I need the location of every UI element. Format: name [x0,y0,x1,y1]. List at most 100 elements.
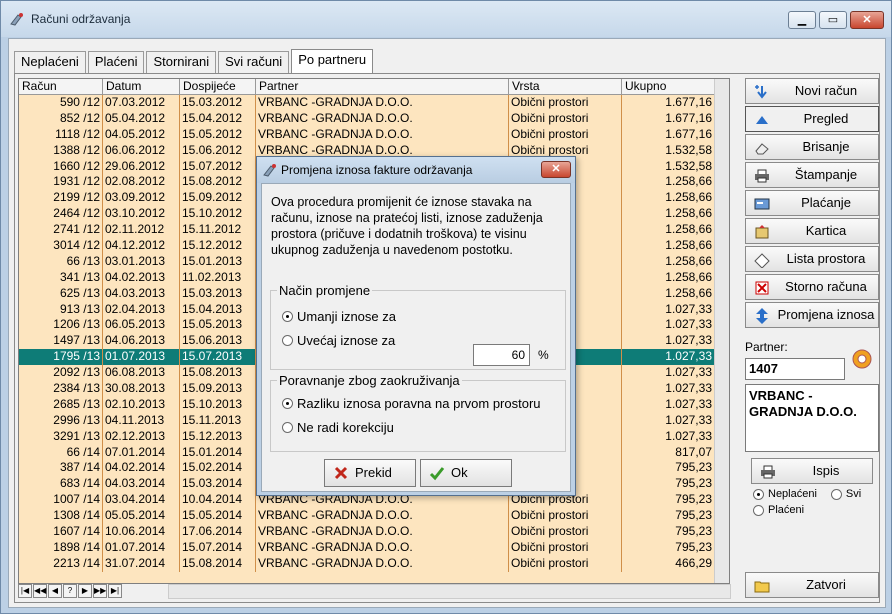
table-cell: 10.06.2014 [103,524,180,540]
table-row[interactable]: 2213 /14 31.07.2014 15.08.2014 VRBANC -GRAD… [19,555,729,572]
tab-po-partneru[interactable]: Po partneru [291,49,374,73]
payment-label: Plaćanje [801,195,851,210]
nav-button[interactable]: ▶| [108,584,122,598]
card-button[interactable]: Kartica [745,218,879,244]
delete-button[interactable]: Brisanje [745,134,879,160]
nav-button[interactable]: ? [63,584,77,598]
partner-code-input[interactable]: 1407 [745,358,845,380]
close-button[interactable]: ✕ [850,11,884,29]
table-cell: 2996 /13 [19,412,103,429]
rounding-first-radio[interactable] [282,398,293,409]
nav-button[interactable]: ◀◀ [33,584,47,598]
nav-button[interactable]: ◀ [48,584,62,598]
filter-svi-radio[interactable] [830,488,842,500]
table-cell: 1.258,66 [622,269,715,286]
maximize-button[interactable]: ▭ [819,11,847,29]
dialog-close-button[interactable]: ✕ [541,161,571,178]
preview-button[interactable]: Pregled [745,106,879,132]
tab-neplaceni[interactable]: Neplaćeni [14,51,86,73]
table-cell: 03.04.2014 [103,492,180,509]
table-cell: 04.11.2013 [103,412,180,429]
nav-button[interactable]: ▶▶ [93,584,107,598]
rounding-legend: Poravnanje zbog zaokruživanja [277,373,462,388]
minimize-button[interactable]: ▁ [788,11,816,29]
increase-radio[interactable] [282,335,293,346]
nav-button[interactable]: |◀ [18,584,32,598]
col-dospijece[interactable]: Dospijeće [180,79,256,94]
table-cell: 795,23 [622,476,715,493]
nav-button[interactable]: ▶ [78,584,92,598]
title-bar: Računi održavanja ▁ ▭ ✕ [1,1,891,37]
table-cell: 11.02.2013 [180,269,256,286]
col-datum[interactable]: Datum [103,79,180,94]
table-cell: 06.08.2013 [103,365,180,382]
table-cell: 1.532,58 [622,158,715,175]
table-cell: 03.09.2012 [103,190,180,207]
table-row[interactable]: 1118 /12 04.05.2012 15.05.2012 VRBANC -GRAD… [19,126,729,143]
tab-placeni[interactable]: Plaćeni [87,51,145,73]
col-partner[interactable]: Partner [256,79,509,94]
table-cell: 15.10.2013 [180,396,256,413]
gear-icon[interactable] [851,348,873,370]
ok-button[interactable]: Ok [420,459,512,487]
percent-input[interactable]: 60 [473,344,530,366]
table-cell: 1.027,33 [622,428,715,445]
decrease-radio[interactable] [282,311,293,322]
change-amount-button[interactable]: Promjena iznosa [745,302,879,328]
storno-button[interactable]: Storno računa [745,274,879,300]
table-cell: 04.05.2012 [103,126,180,143]
col-vrsta[interactable]: Vrsta [509,79,622,94]
rounding-first-option[interactable]: Razliku iznosa poravna na prvom prostoru [282,396,541,411]
table-row[interactable]: 1308 /14 05.05.2014 15.05.2014 VRBANC -GRAD… [19,508,729,525]
filter-neplaceni-radio[interactable] [753,488,764,500]
table-cell: Obični prostori [509,524,622,540]
space-list-button[interactable]: Lista prostora [745,246,879,272]
new-invoice-button[interactable]: Novi račun [745,78,879,104]
filter-row-2: Plaćeni [753,504,879,516]
table-cell: 795,23 [622,508,715,525]
cancel-button[interactable]: Prekid [324,459,416,487]
table-cell: 1388 /12 [19,142,103,159]
table-cell: 29.06.2012 [103,158,180,175]
cancel-x-icon [334,466,348,480]
table-cell: 1118 /12 [19,126,103,143]
table-row[interactable]: 590 /12 07.03.2012 15.03.2012 VRBANC -GRADN… [19,95,729,111]
table-row[interactable]: 852 /12 05.04.2012 15.04.2012 VRBANC -GRADN… [19,110,729,127]
increase-option[interactable]: Uvećaj iznose za [282,333,395,348]
dialog-title-bar: Promjena iznosa fakture održavanja ✕ [257,157,575,183]
no-correction-option[interactable]: Ne radi korekciju [282,420,394,435]
ispis-button[interactable]: Ispis [751,458,873,484]
change-amount-label: Promjena iznosa [777,307,875,322]
table-row[interactable]: 1898 /14 01.07.2014 15.07.2014 VRBANC -GRAD… [19,539,729,556]
table-row[interactable]: 1607 /14 10.06.2014 17.06.2014 VRBANC -GRAD… [19,524,729,540]
vertical-scrollbar[interactable] [714,79,729,583]
tab-strip: Neplaćeni Plaćeni Stornirani Svi računi … [14,49,375,73]
decrease-option[interactable]: Umanji iznose za [282,309,396,324]
print-button[interactable]: Štampanje [745,162,879,188]
horizontal-scrollbar[interactable] [168,584,731,599]
preview-label: Pregled [803,111,849,126]
col-racun[interactable]: Račun [19,79,103,94]
payment-button[interactable]: Plaćanje [745,190,879,216]
decrease-label: Umanji iznose za [297,309,396,324]
table-cell: 2213 /14 [19,555,103,572]
table-cell: 387 /14 [19,460,103,477]
table-cell: 07.01.2014 [103,444,180,461]
no-correction-radio[interactable] [282,422,293,433]
table-cell: 15.11.2013 [180,412,256,429]
close-window-button[interactable]: Zatvori [745,572,879,598]
dialog-description: Ova procedura promijenit će iznose stava… [271,195,543,257]
table-cell: 1497 /13 [19,333,103,350]
table-cell: VRBANC -GRADNJA D.O.O. [256,555,509,572]
filter-placeni-radio[interactable] [753,504,764,516]
tab-svi-racuni[interactable]: Svi računi [218,51,290,73]
table-cell: 02.10.2013 [103,396,180,413]
table-cell: 04.03.2014 [103,476,180,493]
tab-stornirani[interactable]: Stornirani [146,51,217,73]
table-cell: 341 /13 [19,269,103,286]
table-cell: 1.027,33 [622,349,715,366]
table-cell: 1.677,16 [622,126,715,143]
table-cell: 15.03.2013 [180,285,256,302]
col-ukupno[interactable]: Ukupno [622,79,715,94]
table-cell: 15.05.2012 [180,126,256,143]
